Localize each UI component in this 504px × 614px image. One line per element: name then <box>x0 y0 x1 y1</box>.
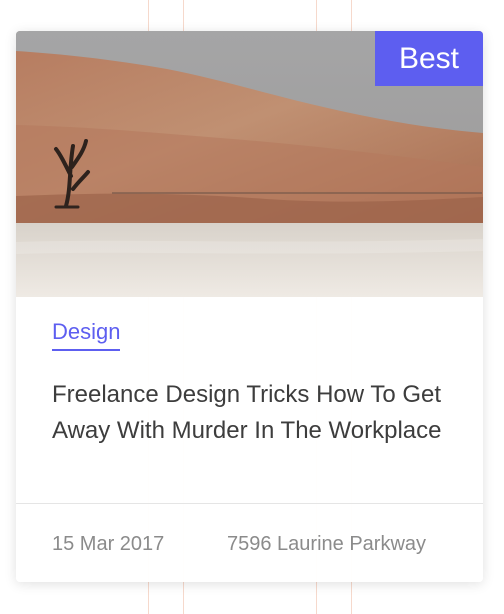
post-location: 7596 Laurine Parkway <box>227 533 427 555</box>
post-date: 15 Mar 2017 <box>52 533 165 555</box>
post-meta: 15 Mar 2017 7596 Laurine Parkway <box>16 503 483 582</box>
post-image[interactable]: Best <box>16 31 483 297</box>
best-badge: Best <box>375 31 483 86</box>
category-link[interactable]: Design <box>52 319 121 351</box>
post-title[interactable]: Freelance Design Tricks How To Get Away … <box>52 377 447 449</box>
post-content: Design Freelance Design Tricks How To Ge… <box>16 297 483 503</box>
blog-post-card[interactable]: Best Design Freelance Design Tricks How … <box>16 31 483 582</box>
